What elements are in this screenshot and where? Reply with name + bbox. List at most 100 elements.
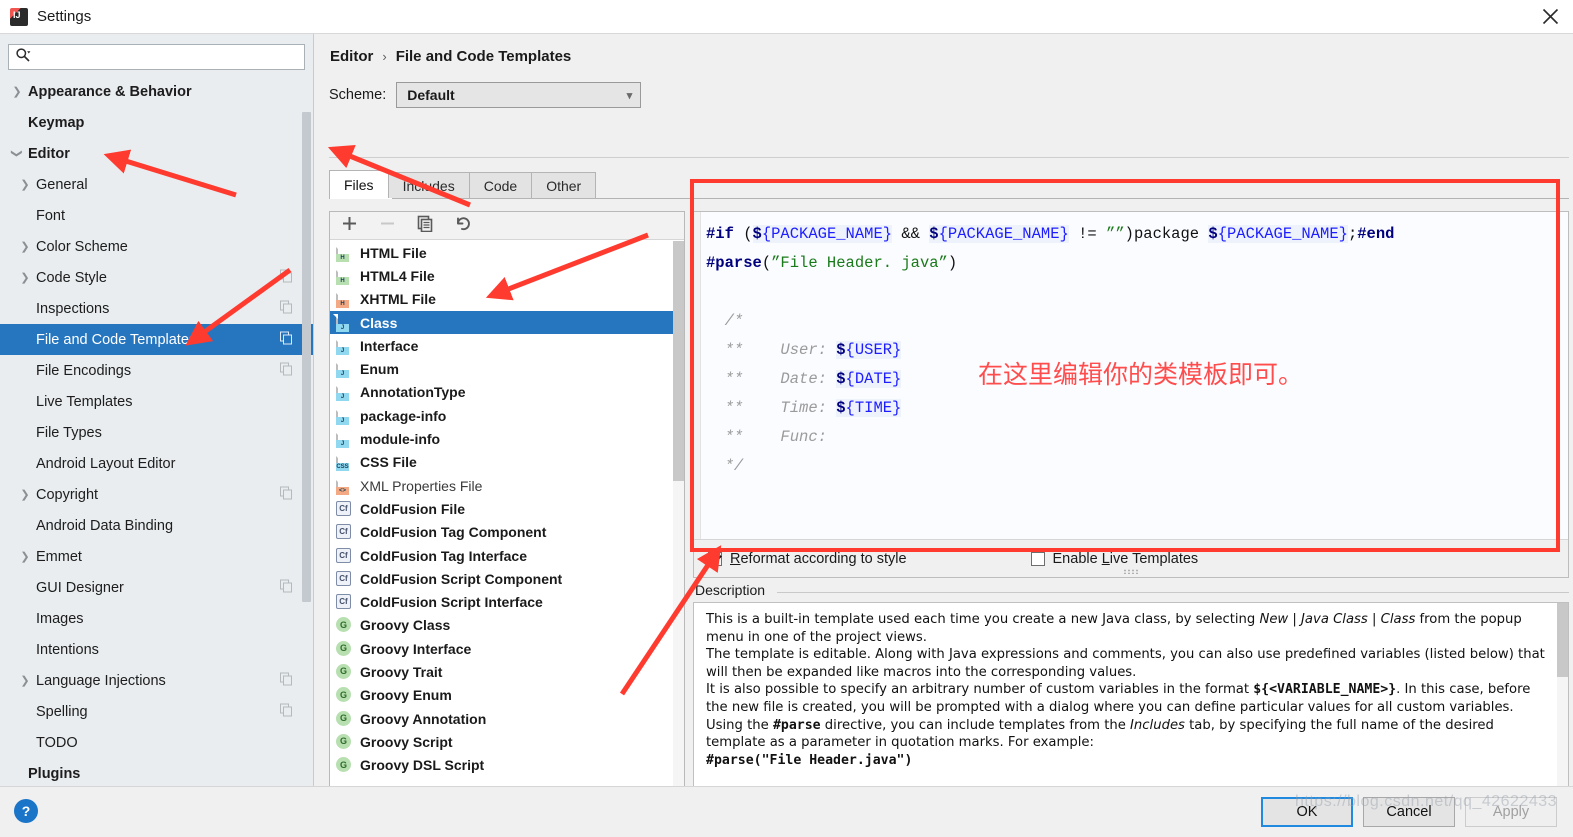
sidebar-item-label: Emmet: [36, 548, 82, 565]
sidebar-item-android-data-binding[interactable]: Android Data Binding: [0, 510, 313, 541]
template-editor-panel: #if (${PACKAGE_NAME} && ${PACKAGE_NAME} …: [693, 211, 1569, 578]
sidebar-item-live-templates[interactable]: Live Templates: [0, 386, 313, 417]
tab-other[interactable]: Other: [531, 172, 597, 199]
sidebar-item-inspections[interactable]: Inspections: [0, 293, 313, 324]
search-box[interactable]: [8, 44, 305, 70]
coldfusion-file-icon: Cf: [335, 500, 353, 517]
tab-includes[interactable]: Includes: [387, 172, 470, 199]
template-list-item[interactable]: G Groovy Script: [330, 730, 684, 753]
template-list-item[interactable]: CSS CSS File: [330, 451, 684, 474]
search-input[interactable]: [33, 48, 304, 66]
sidebar-item-editor[interactable]: ❯ Editor: [0, 138, 313, 169]
sidebar-item-gui-designer[interactable]: GUI Designer: [0, 572, 313, 603]
template-list-item[interactable]: Cf ColdFusion File: [330, 497, 684, 520]
window-title: Settings: [37, 8, 92, 25]
reformat-checkbox[interactable]: Reformat according to style: [708, 551, 907, 567]
add-template-button[interactable]: [338, 215, 360, 237]
sidebar-item-file-types[interactable]: File Types: [0, 417, 313, 448]
plus-icon: [341, 215, 358, 237]
template-list-item[interactable]: H HTML4 File: [330, 264, 684, 287]
copy-settings-icon[interactable]: [280, 672, 293, 689]
java-enum-icon: J: [335, 360, 353, 379]
coldfusion-tag-component-icon: Cf: [335, 524, 353, 540]
code-token: #if: [706, 225, 734, 243]
sidebar-item-file-and-code-templates[interactable]: File and Code Templates: [0, 324, 313, 355]
sidebar-item-appearance-behavior[interactable]: ❯ Appearance & Behavior: [0, 76, 313, 107]
template-list-item[interactable]: G Groovy Class: [330, 614, 684, 637]
template-list-item[interactable]: Jpackage-info: [330, 404, 684, 427]
sidebar-item-label: GUI Designer: [36, 579, 124, 596]
sidebar-item-file-encodings[interactable]: File Encodings: [0, 355, 313, 386]
templates-list[interactable]: H HTML File H HTML4 File H XHTML File J Class J I…: [330, 241, 684, 805]
breadcrumb-parent[interactable]: Editor: [330, 48, 373, 65]
template-list-item[interactable]: G Groovy Annotation: [330, 707, 684, 730]
copy-template-button[interactable]: [414, 215, 436, 237]
copy-settings-icon[interactable]: [280, 703, 293, 720]
copy-settings-icon[interactable]: [280, 269, 293, 286]
template-list-item[interactable]: J Enum: [330, 357, 684, 380]
template-list-item[interactable]: H HTML File: [330, 241, 684, 264]
template-list-item[interactable]: G Groovy Trait: [330, 660, 684, 683]
tab-files[interactable]: Files: [329, 170, 389, 199]
template-list-item[interactable]: Cf ColdFusion Tag Interface: [330, 544, 684, 567]
sidebar-item-plugins[interactable]: Plugins: [0, 758, 313, 786]
sidebar-item-images[interactable]: Images: [0, 603, 313, 634]
ok-button[interactable]: OK: [1261, 797, 1353, 827]
sidebar-item-todo[interactable]: TODO: [0, 727, 313, 758]
breadcrumb-current: File and Code Templates: [395, 48, 572, 65]
template-list-item-label: ColdFusion Script Interface: [360, 594, 543, 611]
resize-grip-icon[interactable]: [1123, 569, 1139, 574]
description-box: This is a built-in template used each ti…: [693, 602, 1569, 806]
chevron-right-icon: ❯: [20, 675, 30, 687]
copy-settings-icon[interactable]: [280, 486, 293, 503]
sidebar-item-general[interactable]: ❯ General: [0, 169, 313, 200]
copy-settings-icon[interactable]: [280, 331, 293, 348]
cancel-button[interactable]: Cancel: [1363, 797, 1455, 827]
copy-settings-icon[interactable]: [280, 579, 293, 596]
template-list-item[interactable]: J Interface: [330, 334, 684, 357]
sidebar-item-keymap[interactable]: Keymap: [0, 107, 313, 138]
sidebar-item-code-style[interactable]: ❯ Code Style: [0, 262, 313, 293]
copy-settings-icon[interactable]: [280, 362, 293, 379]
tab-code[interactable]: Code: [468, 172, 533, 199]
template-list-item[interactable]: G Groovy Interface: [330, 637, 684, 660]
enable-live-templates-checkbox[interactable]: Enable Live Templates: [1030, 551, 1198, 567]
template-list-item[interactable]: Cf ColdFusion Tag Component: [330, 521, 684, 544]
description-scrollbar-thumb[interactable]: [1557, 603, 1568, 677]
templates-scrollbar-thumb[interactable]: [673, 241, 684, 481]
sidebar-item-intentions[interactable]: Intentions: [0, 634, 313, 665]
template-list-item[interactable]: H XHTML File: [330, 288, 684, 311]
sidebar-item-copyright[interactable]: ❯ Copyright: [0, 479, 313, 510]
template-list-item[interactable]: G Groovy DSL Script: [330, 754, 684, 777]
code-token: $: [836, 399, 846, 417]
template-list-item[interactable]: Cf ColdFusion Script Component: [330, 567, 684, 590]
template-list-item[interactable]: J AnnotationType: [330, 381, 684, 404]
code-token: ): [1124, 225, 1134, 243]
sidebar-item-language-injections[interactable]: ❯ Language Injections: [0, 665, 313, 696]
sidebar-item-color-scheme[interactable]: ❯ Color Scheme: [0, 231, 313, 262]
chevron-right-icon: ❯: [20, 179, 30, 191]
sidebar-item-spelling[interactable]: Spelling: [0, 696, 313, 727]
code-token: /*: [706, 312, 744, 330]
sidebar-scrollbar-thumb[interactable]: [302, 112, 311, 602]
reset-template-button[interactable]: [452, 215, 474, 237]
template-list-item[interactable]: Jmodule-info: [330, 427, 684, 450]
sidebar-item-font[interactable]: Font: [0, 200, 313, 231]
template-code-text[interactable]: #if (${PACKAGE_NAME} && ${PACKAGE_NAME} …: [706, 220, 1564, 481]
xhtml-file-icon: H: [335, 290, 353, 309]
template-list-item-label: Groovy Script: [360, 733, 453, 750]
sidebar-item-emmet[interactable]: ❯ Emmet: [0, 541, 313, 572]
template-list-item[interactable]: Cf ColdFusion Script Interface: [330, 590, 684, 613]
help-icon[interactable]: ?: [14, 799, 38, 823]
template-list-item[interactable]: <> XML Properties File: [330, 474, 684, 497]
sidebar-item-android-layout-editor[interactable]: Android Layout Editor: [0, 448, 313, 479]
css-file-icon: CSS: [335, 453, 353, 472]
template-list-item[interactable]: G Groovy Enum: [330, 684, 684, 707]
copy-settings-icon[interactable]: [280, 300, 293, 317]
template-list-item[interactable]: J Class: [330, 310, 684, 335]
scheme-select[interactable]: Default ▾: [396, 82, 642, 108]
sidebar-item-label: Copyright: [36, 486, 99, 503]
close-icon[interactable]: [1527, 0, 1573, 33]
template-code-editor[interactable]: #if (${PACKAGE_NAME} && ${PACKAGE_NAME} …: [694, 212, 1568, 540]
